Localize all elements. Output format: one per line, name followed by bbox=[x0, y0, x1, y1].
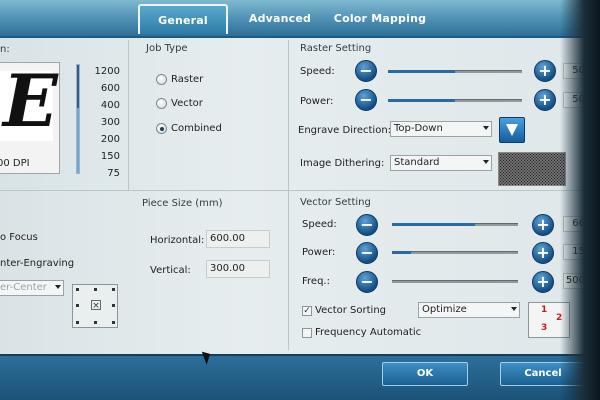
dpi-option[interactable]: 600 bbox=[90, 83, 120, 94]
vertical-input[interactable]: 300.00 bbox=[206, 260, 270, 278]
raster-speed-slider[interactable] bbox=[388, 70, 522, 73]
vector-sorting-select[interactable]: Optimize bbox=[418, 302, 520, 318]
dpi-slider-fill bbox=[77, 108, 79, 173]
center-engraving-label: nter-Engraving bbox=[0, 258, 75, 269]
vector-sorting-checkbox[interactable]: ✓ Vector Sorting bbox=[302, 305, 386, 316]
raster-power-label: Power: bbox=[300, 96, 334, 107]
raster-setting-title: Raster Setting bbox=[300, 43, 372, 54]
center-select[interactable]: er-Center bbox=[0, 280, 64, 296]
tab-general[interactable]: General bbox=[138, 4, 228, 34]
checkbox-icon bbox=[302, 327, 312, 338]
chevron-down-icon bbox=[483, 160, 489, 164]
position-grid[interactable]: × bbox=[72, 284, 118, 328]
raster-power-minus-button[interactable]: − bbox=[355, 89, 377, 111]
slider-fill bbox=[392, 251, 411, 254]
dpi-option[interactable]: 150 bbox=[90, 151, 120, 162]
divider bbox=[128, 40, 129, 190]
radio-raster[interactable]: Raster bbox=[156, 74, 203, 85]
raster-power-slider[interactable] bbox=[388, 99, 522, 102]
center-position-icon: × bbox=[91, 300, 101, 311]
dpi-option[interactable]: 1200 bbox=[90, 66, 120, 77]
raster-speed-minus-button[interactable]: − bbox=[355, 60, 377, 82]
dpi-option[interactable]: 300 bbox=[90, 117, 120, 128]
vector-power-minus-button[interactable]: − bbox=[356, 242, 378, 264]
dithering-preview bbox=[498, 152, 566, 186]
checkmark-icon: ✓ bbox=[302, 305, 312, 316]
radio-icon bbox=[156, 74, 167, 85]
job-type-title: Job Type bbox=[146, 43, 188, 54]
slider-fill bbox=[392, 223, 476, 226]
engrave-direction-select[interactable]: Top-Down bbox=[390, 121, 492, 137]
slider-fill bbox=[388, 99, 455, 102]
raster-speed-label: Speed: bbox=[300, 66, 335, 77]
radio-vector[interactable]: Vector bbox=[156, 98, 203, 109]
radio-icon bbox=[156, 98, 167, 109]
vector-power-label: Power: bbox=[302, 247, 336, 258]
direction-arrow-down-icon[interactable] bbox=[499, 117, 525, 143]
raster-speed-plus-button[interactable]: + bbox=[534, 60, 556, 82]
radio-combined[interactable]: Combined bbox=[156, 123, 222, 134]
radio-checked-icon bbox=[156, 123, 167, 134]
vector-speed-slider[interactable] bbox=[392, 223, 518, 226]
horizontal-label: Horizontal: bbox=[150, 235, 205, 246]
chevron-down-icon bbox=[483, 126, 489, 130]
vector-power-plus-button[interactable]: + bbox=[532, 242, 554, 264]
dpi-option[interactable]: 200 bbox=[90, 134, 120, 145]
divider bbox=[0, 190, 600, 191]
engrave-direction-label: Engrave Direction: bbox=[298, 125, 392, 136]
frequency-automatic-checkbox[interactable]: Frequency Automatic bbox=[302, 327, 421, 338]
resolution-label: n: bbox=[0, 44, 10, 55]
screen-bezel bbox=[560, 0, 600, 400]
divider bbox=[288, 40, 289, 350]
auto-focus-label: o Focus bbox=[0, 232, 38, 243]
image-preview: E 00 DPI bbox=[0, 62, 60, 174]
dpi-option[interactable]: 75 bbox=[90, 168, 120, 179]
vector-freq-plus-button[interactable]: + bbox=[532, 271, 554, 293]
dpi-slider[interactable] bbox=[76, 64, 80, 174]
dpi-option[interactable]: 400 bbox=[90, 100, 120, 111]
slider-fill bbox=[388, 70, 455, 73]
vector-speed-minus-button[interactable]: − bbox=[356, 214, 378, 236]
preview-glyph: E bbox=[0, 65, 58, 141]
chevron-down-icon bbox=[511, 307, 517, 311]
vector-freq-minus-button[interactable]: − bbox=[356, 271, 378, 293]
vector-setting-title: Vector Setting bbox=[300, 197, 371, 208]
vector-freq-label: Freq.: bbox=[302, 276, 330, 287]
print-settings-dialog: General Advanced Color Mapping n: E 00 D… bbox=[0, 0, 600, 400]
piece-size-title: Piece Size (mm) bbox=[142, 198, 223, 209]
tab-advanced[interactable]: Advanced bbox=[240, 4, 320, 34]
raster-power-plus-button[interactable]: + bbox=[534, 89, 556, 111]
vertical-label: Vertical: bbox=[150, 265, 191, 276]
vector-power-slider[interactable] bbox=[392, 251, 518, 254]
vector-speed-label: Speed: bbox=[302, 219, 337, 230]
image-dithering-label: Image Dithering: bbox=[300, 158, 385, 169]
image-dithering-select[interactable]: Standard bbox=[390, 155, 492, 171]
vector-freq-slider[interactable] bbox=[392, 280, 518, 283]
vector-speed-plus-button[interactable]: + bbox=[532, 214, 554, 236]
chevron-down-icon bbox=[55, 285, 61, 289]
tab-color-mapping[interactable]: Color Mapping bbox=[330, 4, 430, 34]
horizontal-input[interactable]: 600.00 bbox=[206, 230, 270, 248]
preview-dpi-label: 00 DPI bbox=[0, 158, 30, 169]
ok-button[interactable]: OK bbox=[382, 362, 468, 386]
tab-bar: General Advanced Color Mapping bbox=[0, 0, 600, 38]
